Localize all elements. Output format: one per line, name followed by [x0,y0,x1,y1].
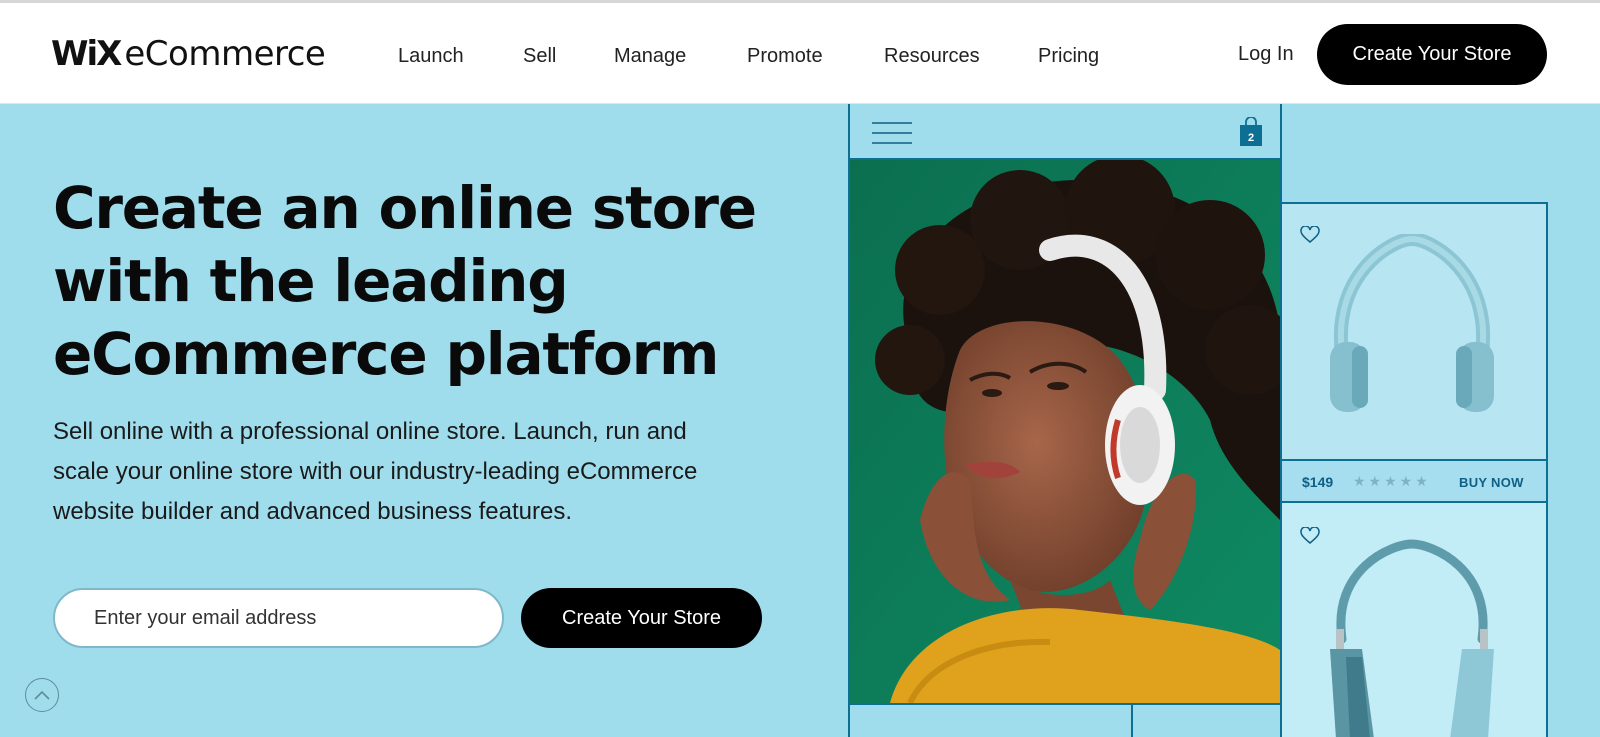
product-cards: $149 ★★★★★ BUY NOW [1282,202,1548,737]
hero-description: Sell online with a professional online s… [53,412,793,532]
header-create-store-button[interactable]: Create Your Store [1317,24,1547,85]
description-line-3: website builder and advanced business fe… [53,498,572,525]
hamburger-menu-icon[interactable] [872,121,912,145]
product-info-bar: $149 ★★★★★ BUY NOW [1282,459,1546,503]
headline-line-2: with the leading [53,247,569,315]
logo-ecommerce: eCommerce [124,34,326,74]
nav-manage[interactable]: Manage [614,45,686,68]
product-rating: ★★★★★ [1353,473,1431,489]
mockup-top-bar: 2 [850,104,1280,160]
chevron-up-icon [34,690,50,700]
woman-with-headphones-photo [850,160,1280,703]
store-mockup: 2 [848,104,1282,737]
nav-sell[interactable]: Sell [523,45,556,68]
headline-line-3: eCommerce platform [53,320,719,388]
mockup-bottom-bar [850,703,1280,737]
headphones-illustration [1330,234,1494,412]
mockup-divider [1131,705,1133,737]
wix-ecommerce-logo[interactable]: WiX eCommerce [51,34,326,74]
product-price: $149 [1302,474,1334,490]
site-header: WiX eCommerce Launch Sell Manage Promote… [0,3,1600,104]
nav-pricing[interactable]: Pricing [1038,45,1099,68]
heart-icon[interactable] [1300,527,1320,545]
nav-promote[interactable]: Promote [747,45,823,68]
cart-count: 2 [1248,132,1254,144]
hero-create-store-button[interactable]: Create Your Store [521,588,762,648]
nav-resources[interactable]: Resources [884,45,980,68]
headline-line-1: Create an online store [53,174,757,242]
nav-launch[interactable]: Launch [398,45,464,68]
scroll-to-top-button[interactable] [25,678,59,712]
hero-headline: Create an online store with the leading … [53,172,813,391]
product-image-headphones-2[interactable] [1282,503,1546,737]
email-input[interactable] [53,588,504,648]
login-link[interactable]: Log In [1238,43,1294,66]
buy-now-link[interactable]: BUY NOW [1459,475,1524,490]
description-line-1: Sell online with a professional online s… [53,418,687,445]
logo-wix: WiX [51,34,122,74]
headphones-illustration [1330,539,1494,737]
description-line-2: scale your online store with our industr… [53,458,698,485]
shopping-bag-icon[interactable]: 2 [1238,117,1264,147]
hero-section: Create an online store with the leading … [0,104,1600,737]
product-image-headphones-1[interactable] [1282,204,1546,459]
